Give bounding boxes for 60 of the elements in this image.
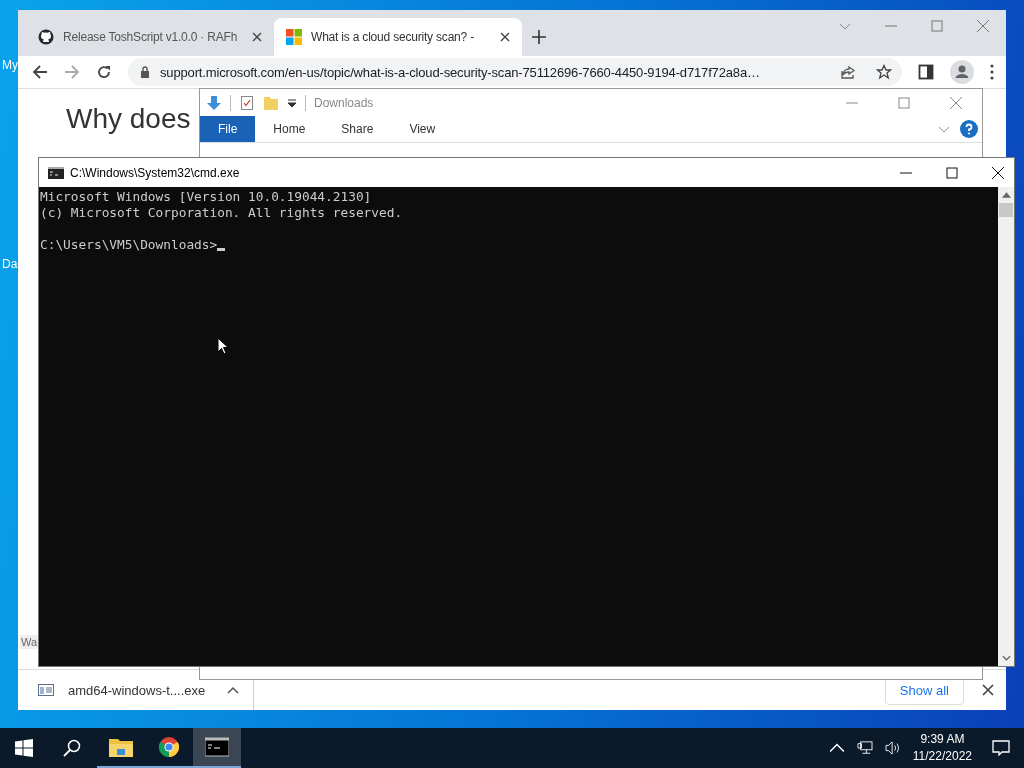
page-footer-text: Wa [20,635,39,649]
console-icon [48,166,64,179]
window-title: Downloads [314,95,374,110]
download-arrow-icon[interactable] [206,94,222,111]
profile-avatar-icon[interactable] [950,60,974,84]
share-icon[interactable] [840,64,856,80]
checkmark-document-icon[interactable] [239,94,255,111]
four-squares-logo-icon [286,29,302,45]
scroll-down-icon[interactable] [1001,655,1011,661]
clock-time: 9:39 AM [920,731,965,748]
close-icon[interactable] [992,166,1004,179]
program-file-icon [38,684,54,696]
scrollbar-thumb[interactable] [999,203,1013,217]
back-icon[interactable] [32,64,48,80]
close-icon[interactable] [252,32,262,42]
console-line: Microsoft Windows [Version 10.0.19044.2130] [40,189,373,205]
address-bar[interactable]: support.microsoft.com/en-us/topic/what-is-a-cloud-security-scan-75112696-7660-4450-9194-d717f72a8a… [128,58,902,86]
volume-icon[interactable] [884,741,901,755]
console-prompt: C:\Users\VM5\Downloads> [40,237,218,253]
menu-icon[interactable] [990,64,994,80]
notifications-icon[interactable] [992,740,1010,756]
ribbon-tab[interactable]: View [391,116,454,142]
window-title: C:\Windows\System32\cmd.exe [70,165,240,180]
folder-icon [109,737,133,757]
star-icon[interactable] [876,64,892,80]
chrome-logo-icon [157,737,181,757]
page-heading: Why does [66,103,191,135]
ribbon-tab[interactable]: Home [255,116,324,142]
new-tab-icon[interactable] [532,30,546,44]
help-icon[interactable] [960,120,978,138]
close-icon[interactable] [982,684,994,696]
start-icon[interactable] [15,739,33,757]
mouse-pointer-icon [217,337,229,355]
maximize-icon[interactable] [946,166,958,179]
browser-tab[interactable]: What is a cloud security scan? - [274,18,522,56]
taskbar-app-button[interactable] [193,728,241,768]
ribbon-tab[interactable]: Share [323,116,392,142]
caret-icon[interactable] [227,686,240,694]
browser-tab[interactable]: Release ToshScript v1.0.0 · RAFh [26,18,274,56]
network-icon[interactable] [856,741,873,755]
dropdown-icon[interactable] [287,97,297,108]
chevron-up-icon[interactable] [828,741,845,755]
cat-logo-icon [38,29,54,45]
scrollbar[interactable] [998,187,1014,666]
tab-title: What is a cloud security scan? - [311,30,475,44]
tab-title: Release ToshScript v1.0.0 · RAFh [63,30,239,44]
console-line: (c) Microsoft Corporation. All rights reserved. [40,205,404,221]
text-cursor [217,248,226,251]
console-icon [205,737,229,757]
ribbon-tab[interactable]: File [200,116,256,142]
url-text: support.microsoft.com/en-us/topic/what-is-a-cloud-security-scan-75112696-7660-4450-9194-d717f72a8a… [160,64,761,80]
reload-icon[interactable] [96,64,112,80]
close-icon[interactable] [500,32,510,42]
side-panel-icon[interactable] [918,64,934,80]
clock-date: 11/22/2022 [912,748,972,765]
clock[interactable]: 9:39 AM 11/22/2022 [912,731,972,765]
search-icon[interactable] [63,739,81,757]
lock-icon [140,66,150,78]
scroll-up-icon[interactable] [1001,192,1011,198]
download-filename: amd64-windows-t....exe [68,682,206,698]
